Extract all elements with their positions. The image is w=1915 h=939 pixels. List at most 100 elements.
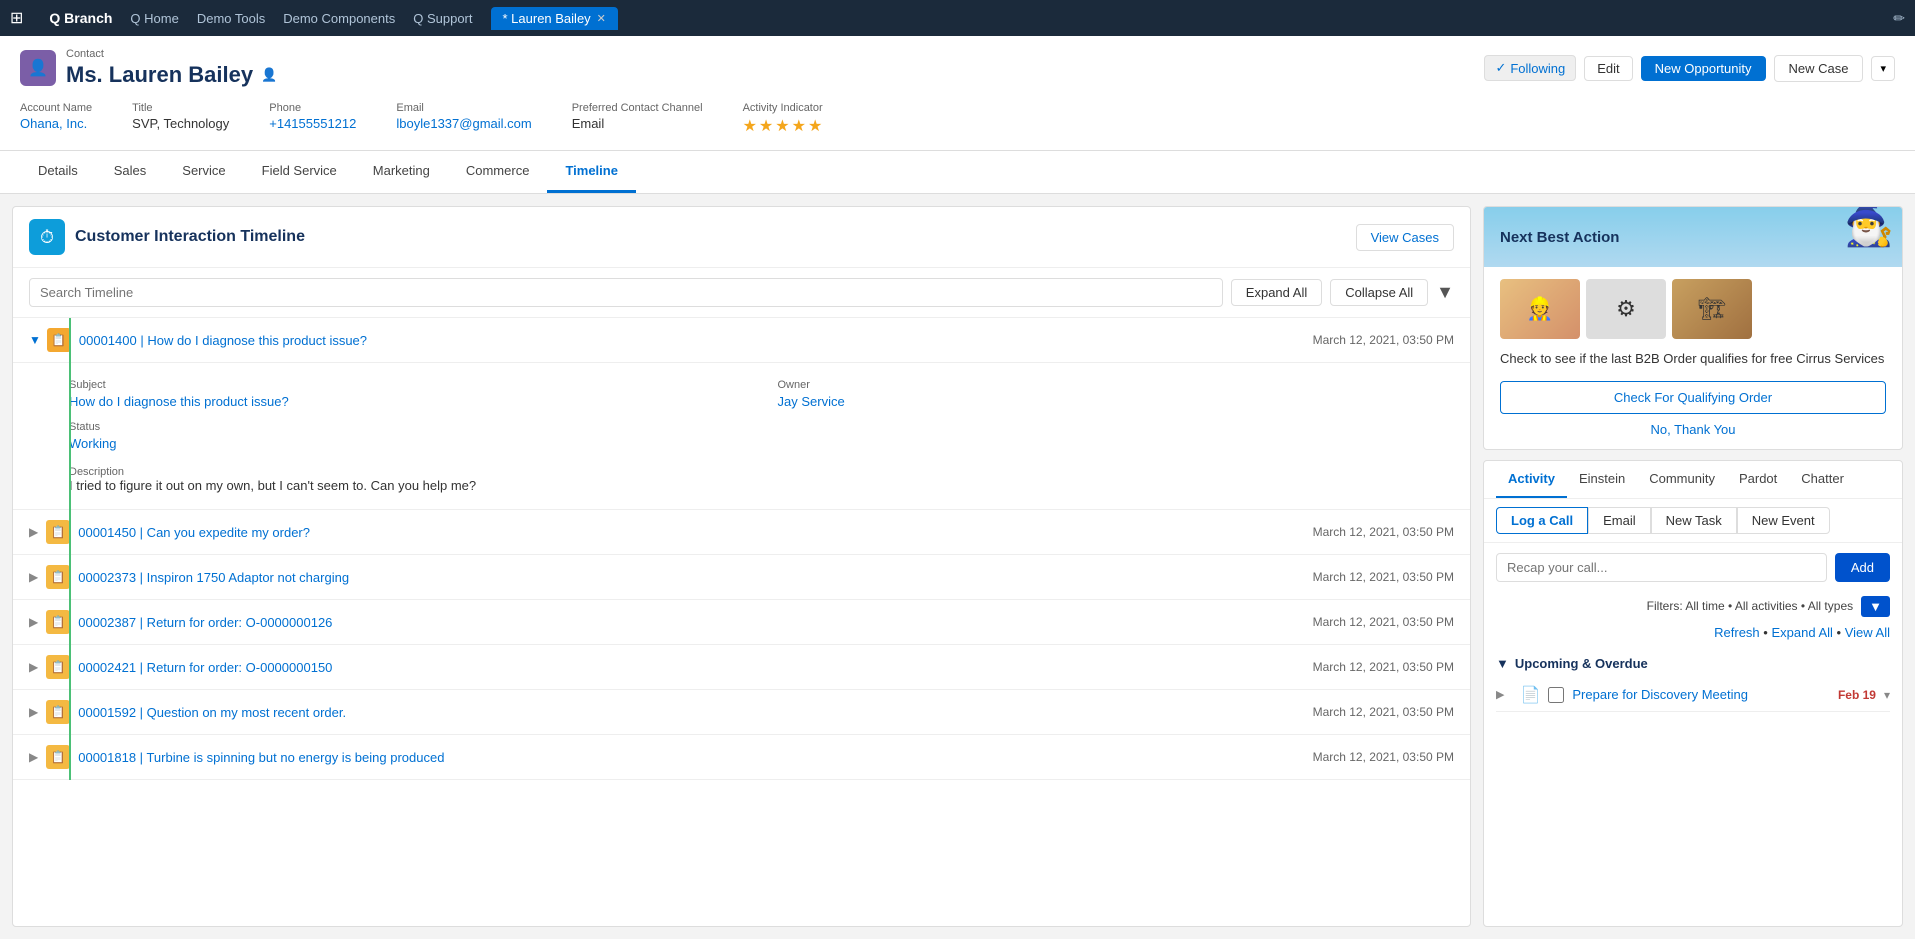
case-row-5[interactable]: ▶ 📋 00001592 | Question on my most recen… (13, 690, 1470, 735)
tab-commerce[interactable]: Commerce (448, 151, 548, 193)
dropdown-arrow-button[interactable]: ▾ (1871, 56, 1895, 81)
timeline-title: Customer Interaction Timeline (75, 228, 305, 246)
new-case-button[interactable]: New Case (1774, 55, 1864, 82)
header-actions: ✓ Following Edit New Opportunity New Cas… (1484, 55, 1895, 82)
tab-timeline[interactable]: Timeline (547, 151, 636, 193)
status-field: Status Working (69, 421, 738, 451)
case-title-4[interactable]: 00002421 | Return for order: O-000000015… (78, 660, 1312, 675)
timeline-controls: Expand All Collapse All ▼ (13, 268, 1470, 318)
act-tab-einstein[interactable]: Einstein (1567, 461, 1637, 498)
active-tab[interactable]: * Lauren Bailey ✕ (491, 7, 618, 30)
edit-button[interactable]: Edit (1584, 56, 1632, 81)
collapse-all-button[interactable]: Collapse All (1330, 279, 1428, 306)
case-icon-4: 📋 (46, 655, 70, 679)
new-task-button[interactable]: New Task (1651, 507, 1737, 534)
case-title-6[interactable]: 00001818 | Turbine is spinning but no en… (78, 750, 1312, 765)
owner-label: Owner (778, 379, 1447, 391)
nav-q-home[interactable]: Q Home (130, 11, 178, 26)
right-panel: Next Best Action 🧙‍♂️ 👷 ⚙ 🏗 Check to see… (1483, 206, 1903, 927)
view-all-link[interactable]: View All (1845, 625, 1890, 640)
view-cases-button[interactable]: View Cases (1356, 224, 1454, 251)
search-timeline-input[interactable] (29, 278, 1223, 307)
act-tab-pardot[interactable]: Pardot (1727, 461, 1789, 498)
status-value: Working (69, 436, 738, 451)
owner-value[interactable]: Jay Service (778, 394, 1447, 409)
tab-marketing[interactable]: Marketing (355, 151, 448, 193)
new-opportunity-button[interactable]: New Opportunity (1641, 56, 1766, 81)
new-event-button[interactable]: New Event (1737, 507, 1830, 534)
chevron-right-icon-4[interactable]: ▶ (29, 660, 38, 674)
case-title-1[interactable]: 00001450 | Can you expedite my order? (78, 525, 1312, 540)
check-order-button[interactable]: Check For Qualifying Order (1500, 381, 1886, 414)
chevron-down-icon[interactable]: ▼ (29, 333, 41, 347)
pref-contact-value: Email (572, 116, 703, 131)
pref-contact-field: Preferred Contact Channel Email (572, 102, 703, 136)
case-row-3[interactable]: ▶ 📋 00002387 | Return for order: O-00000… (13, 600, 1470, 645)
nba-images: 👷 ⚙ 🏗 (1500, 279, 1886, 339)
case-icon-6: 📋 (46, 745, 70, 769)
grid-icon[interactable]: ⊞ (10, 8, 23, 28)
subject-value[interactable]: How do I diagnose this product issue? (69, 394, 738, 409)
upcoming-item-checkbox[interactable] (1548, 687, 1564, 703)
owner-field: Owner Jay Service (778, 379, 1447, 409)
expand-all-button[interactable]: Expand All (1231, 279, 1322, 306)
case-title-expanded[interactable]: 00001400 | How do I diagnose this produc… (79, 333, 1313, 348)
act-tab-community[interactable]: Community (1637, 461, 1727, 498)
case-row-1[interactable]: ▶ 📋 00001450 | Can you expedite my order… (13, 510, 1470, 555)
pencil-icon[interactable]: ✏ (1893, 10, 1905, 27)
record-header: 👤 Contact Ms. Lauren Bailey 👤 ✓ Followin… (0, 36, 1915, 151)
following-button[interactable]: ✓ Following (1484, 55, 1576, 81)
filter-icon-button[interactable]: ▼ (1861, 596, 1890, 617)
filter-button[interactable]: ▼ (1436, 282, 1454, 303)
chevron-right-icon-1[interactable]: ▶ (29, 525, 38, 539)
case-row-4[interactable]: ▶ 📋 00002421 | Return for order: O-00000… (13, 645, 1470, 690)
case-expand-header[interactable]: ▼ 📋 00001400 | How do I diagnose this pr… (13, 318, 1470, 363)
email-label: Email (396, 102, 531, 114)
phone-value[interactable]: +14155551212 (269, 116, 356, 131)
tab-sales[interactable]: Sales (96, 151, 165, 193)
chevron-right-icon-3[interactable]: ▶ (29, 615, 38, 629)
refresh-link[interactable]: Refresh (1714, 625, 1760, 640)
recap-input[interactable] (1496, 553, 1827, 582)
add-button[interactable]: Add (1835, 553, 1890, 582)
nav-q-support[interactable]: Q Support (413, 11, 472, 26)
chevron-right-upcoming-icon[interactable]: ▶ (1496, 688, 1504, 701)
case-title-2[interactable]: 00002373 | Inspiron 1750 Adaptor not cha… (78, 570, 1312, 585)
nav-demo-components[interactable]: Demo Components (283, 11, 395, 26)
tab-details[interactable]: Details (20, 151, 96, 193)
tab-service[interactable]: Service (164, 151, 243, 193)
case-icon-expanded: 📋 (47, 328, 71, 352)
subject-field: Subject How do I diagnose this product i… (69, 379, 738, 409)
email-value[interactable]: lboyle1337@gmail.com (396, 116, 531, 131)
case-row-6[interactable]: ▶ 📋 00001818 | Turbine is spinning but n… (13, 735, 1470, 780)
upcoming-label: Upcoming & Overdue (1515, 656, 1648, 671)
chevron-right-icon-6[interactable]: ▶ (29, 750, 38, 764)
checkmark-icon: ✓ (1495, 60, 1506, 76)
nav-demo-tools[interactable]: Demo Tools (197, 11, 265, 26)
account-name-value[interactable]: Ohana, Inc. (20, 116, 92, 131)
tab-close-icon[interactable]: ✕ (597, 12, 606, 25)
act-tab-activity[interactable]: Activity (1496, 461, 1567, 498)
act-tab-chatter[interactable]: Chatter (1789, 461, 1856, 498)
case-title-3[interactable]: 00002387 | Return for order: O-000000012… (78, 615, 1312, 630)
case-date-4: March 12, 2021, 03:50 PM (1313, 660, 1454, 674)
phone-field: Phone +14155551212 (269, 102, 356, 136)
upcoming-item-0[interactable]: ▶ 📄 Prepare for Discovery Meeting Feb 19… (1496, 679, 1890, 712)
activity-sub-tabs: Log a Call Email New Task New Event (1484, 499, 1902, 543)
stars: ★★★★★ (743, 116, 825, 136)
chevron-right-icon-2[interactable]: ▶ (29, 570, 38, 584)
no-thanks-button[interactable]: No, Thank You (1500, 422, 1886, 437)
upcoming-header[interactable]: ▼ Upcoming & Overdue (1496, 656, 1890, 671)
tab-field-service[interactable]: Field Service (244, 151, 355, 193)
activity-tabs: Activity Einstein Community Pardot Chatt… (1484, 461, 1902, 499)
email-button[interactable]: Email (1588, 507, 1651, 534)
case-title-5[interactable]: 00001592 | Question on my most recent or… (78, 705, 1312, 720)
case-row-2[interactable]: ▶ 📋 00002373 | Inspiron 1750 Adaptor not… (13, 555, 1470, 600)
chevron-down-item-icon[interactable]: ▾ (1884, 688, 1890, 702)
expand-all-link[interactable]: Expand All (1771, 625, 1832, 640)
case-list: ▼ 📋 00001400 | How do I diagnose this pr… (13, 318, 1470, 780)
chevron-right-icon-5[interactable]: ▶ (29, 705, 38, 719)
upcoming-item-title[interactable]: Prepare for Discovery Meeting (1572, 687, 1830, 702)
log-call-button[interactable]: Log a Call (1496, 507, 1588, 534)
left-panel: ⏱ Customer Interaction Timeline View Cas… (12, 206, 1471, 927)
